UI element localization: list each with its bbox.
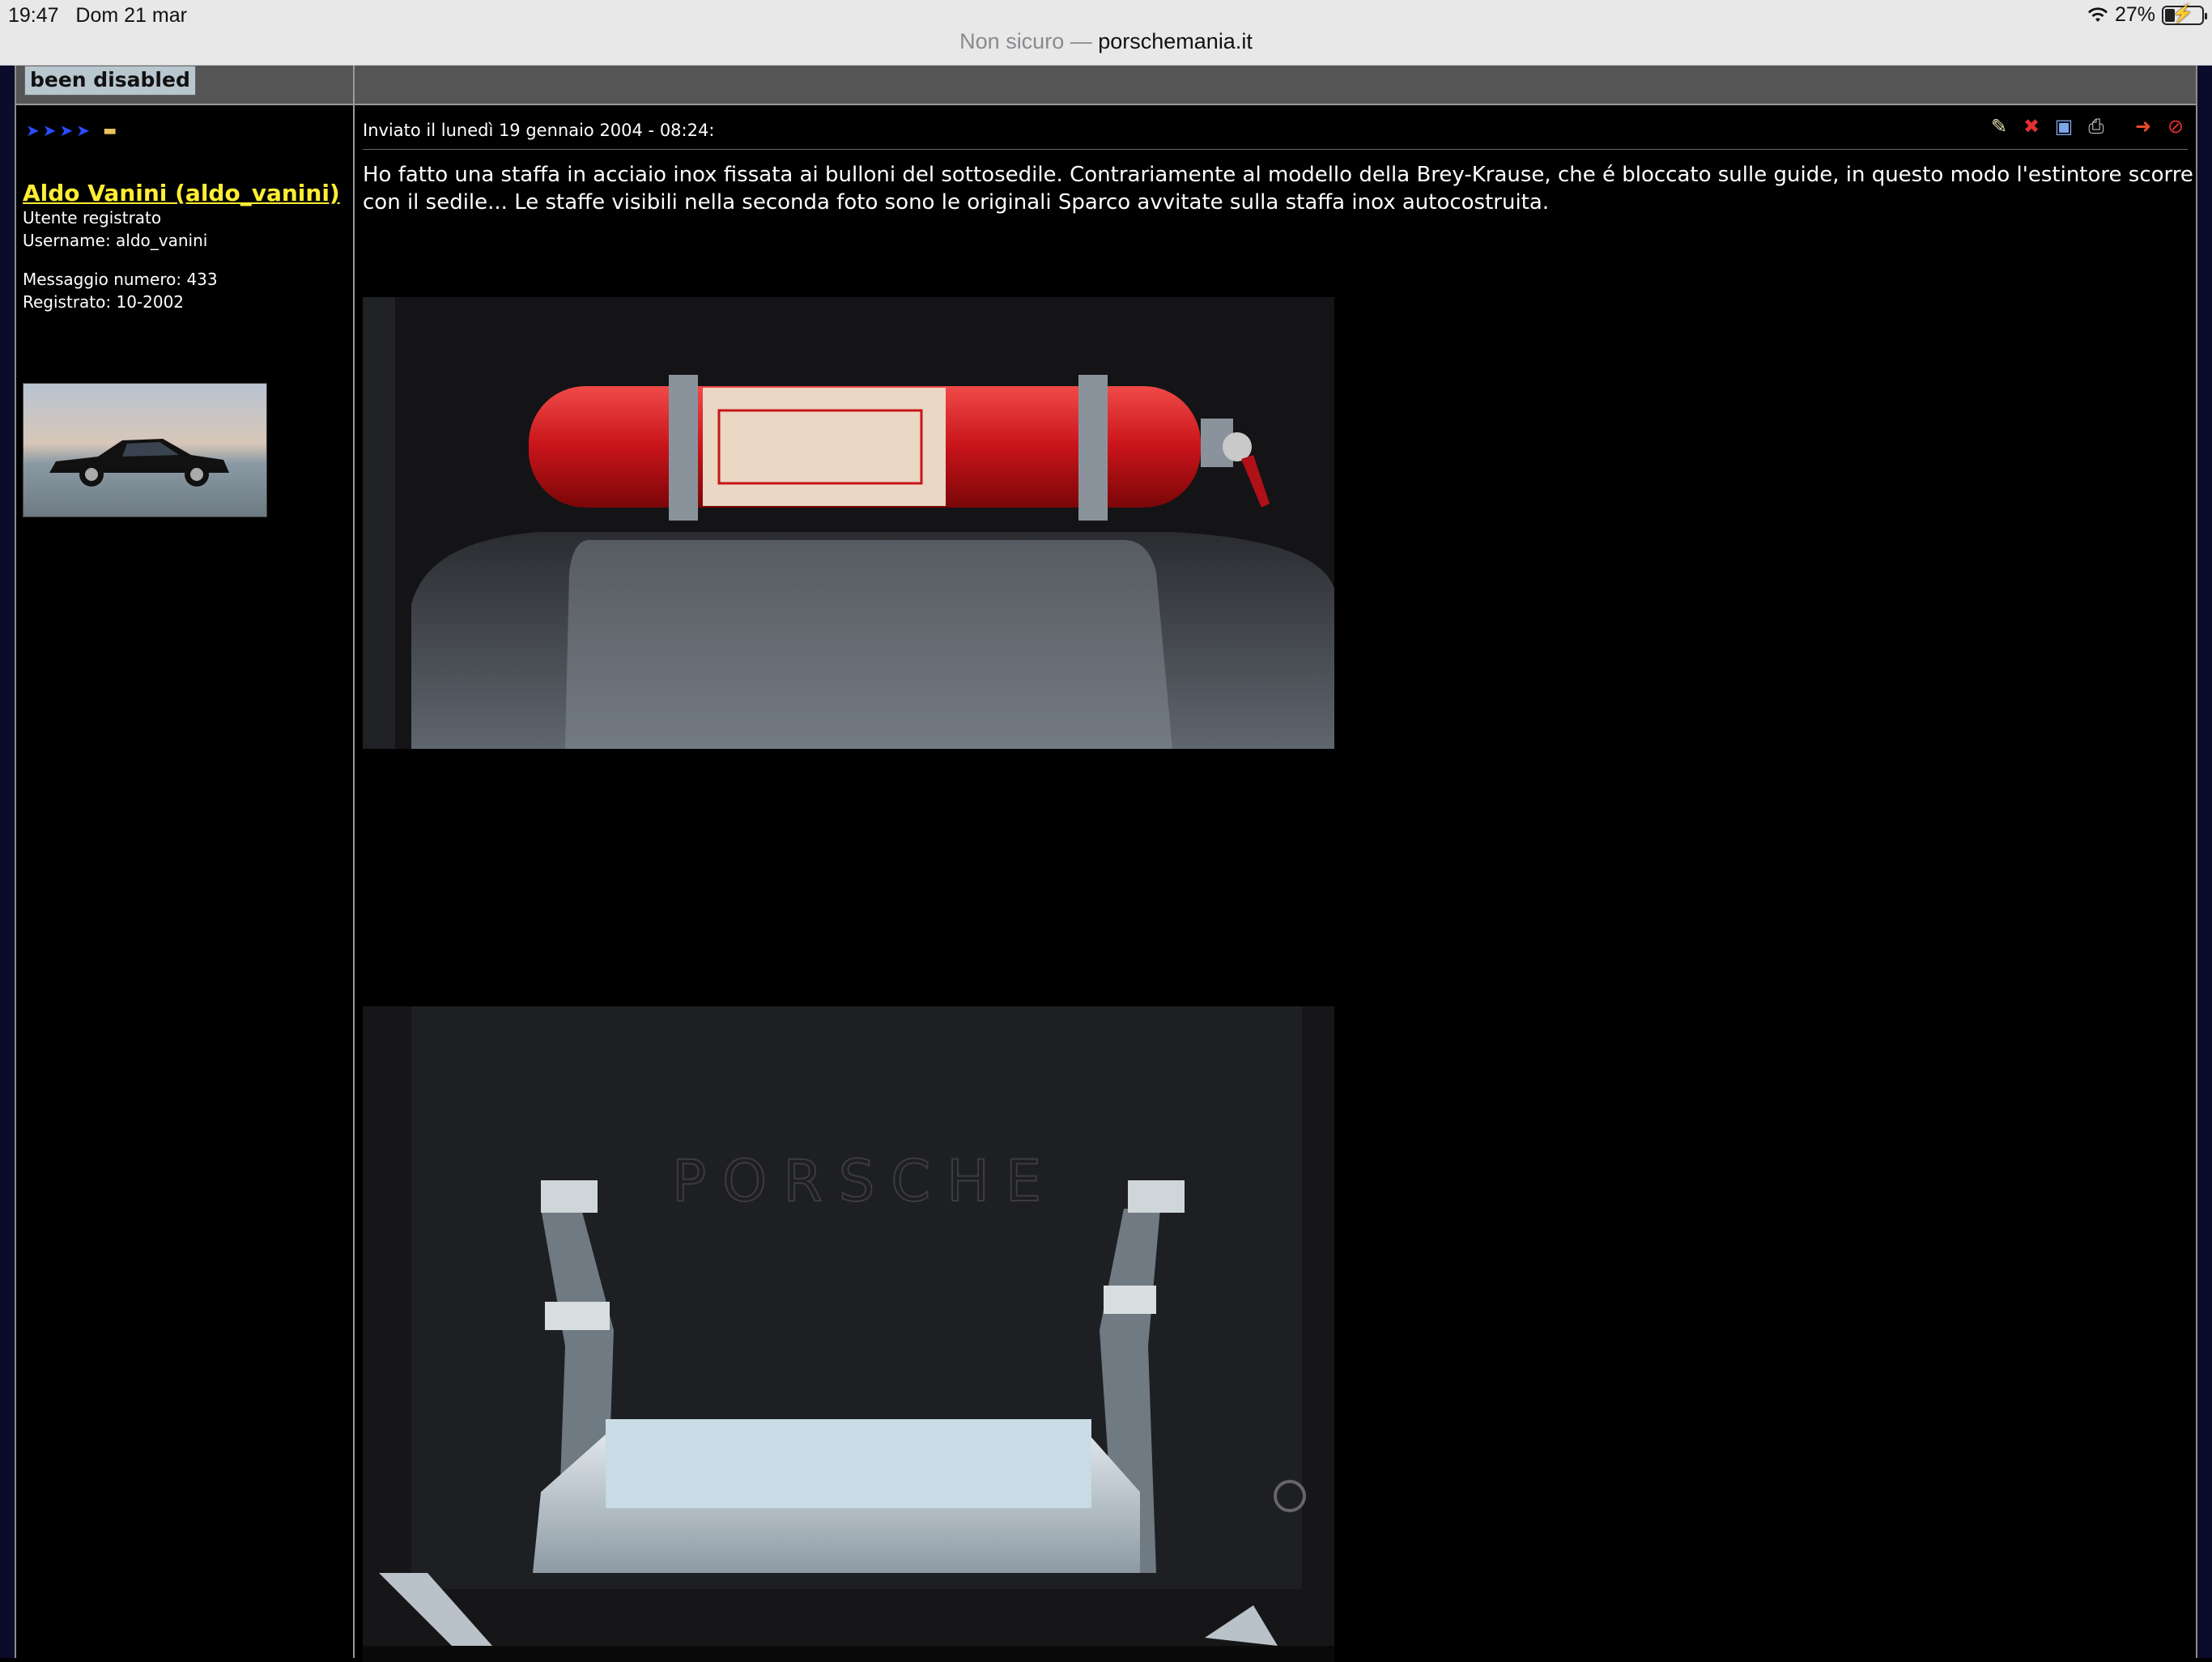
delete-post-icon[interactable]: ✖: [2019, 114, 2044, 138]
post-photo-brackets: PORSCHE: [363, 1006, 1334, 1662]
post-photo-extinguisher: PORSCHE: [363, 297, 1334, 749]
forum-table: been disabled ➤ ➤ ➤ ➤ ▬ Aldo Vanini (ald…: [15, 66, 2197, 1662]
url-domain: porschemania.it: [1098, 29, 1253, 53]
svg-text:PORSCHE: PORSCHE: [672, 1148, 1057, 1214]
author-message-count: Messaggio numero: 433: [23, 270, 218, 289]
author-username: Username: aldo_vanini: [23, 231, 208, 250]
print-icon[interactable]: ⎙: [2084, 114, 2108, 138]
battery-percent: 27%: [2114, 3, 2155, 26]
edit-post-icon[interactable]: ✎: [1987, 114, 2011, 138]
bracket-photo: PORSCHE: [363, 1006, 1334, 1662]
web-page: been disabled ➤ ➤ ➤ ➤ ▬ Aldo Vanini (ald…: [0, 66, 2212, 1662]
post-separator-bar: been disabled: [16, 66, 2196, 105]
status-time: 19:47 Dom 21 mar: [8, 4, 187, 28]
wifi-icon: [2087, 6, 2108, 22]
post: Inviato il lunedì 19 gennaio 2004 - 08:2…: [363, 114, 2193, 1662]
rank-star-icon: ➤: [59, 121, 74, 140]
extinguisher-photo: PORSCHE: [363, 297, 1334, 749]
status-indicators: 27% ⚡: [2087, 2, 2207, 27]
rank-star-icon: ➤: [76, 121, 91, 140]
ip-icon[interactable]: ▣: [2052, 114, 2076, 138]
porsche-car-image: [49, 439, 229, 487]
post-date: Inviato il lunedì 19 gennaio 2004 - 08:2…: [363, 121, 715, 140]
charging-bolt-icon: ⚡: [2172, 2, 2194, 23]
author-role: Utente registrato: [23, 208, 162, 227]
report-icon[interactable]: ⊘: [2163, 114, 2188, 138]
address-bar[interactable]: Non sicuro — porschemania.it: [0, 29, 2212, 54]
rank-star-icon: ➤: [26, 121, 40, 140]
author-name-link[interactable]: Aldo Vanini (aldo_vanini): [23, 180, 347, 206]
profile-folder-icon[interactable]: ▬: [103, 122, 117, 139]
browser-chrome: 19:47 Dom 21 mar 27% ⚡ Non sicuro — pors…: [0, 0, 2212, 66]
clock: 19:47: [8, 4, 59, 27]
disabled-notice: been disabled: [24, 66, 196, 96]
author-stats: Messaggio numero: 433 Registrato: 10-200…: [23, 268, 347, 313]
author-registered: Registrato: 10-2002: [23, 292, 185, 312]
battery-icon: ⚡: [2162, 2, 2207, 25]
post-body: Ho fatto una staffa in acciaio inox fiss…: [363, 163, 2193, 215]
security-label: Non sicuro —: [959, 29, 1092, 53]
date: Dom 21 mar: [75, 4, 187, 27]
move-icon[interactable]: ➜: [2131, 114, 2155, 138]
column-divider: [353, 66, 355, 1658]
author-panel: ➤ ➤ ➤ ➤ ▬ Aldo Vanini (aldo_vanini) Uten…: [23, 114, 347, 517]
rank-star-icon: ➤: [42, 121, 57, 140]
post-actions: ✎ ✖ ▣ ⎙ ➜ ⊘: [1987, 114, 2188, 138]
author-avatar: [23, 383, 267, 517]
rank-icons: ➤ ➤ ➤ ➤ ▬: [26, 122, 347, 139]
post-header: Inviato il lunedì 19 gennaio 2004 - 08:2…: [363, 114, 2188, 150]
